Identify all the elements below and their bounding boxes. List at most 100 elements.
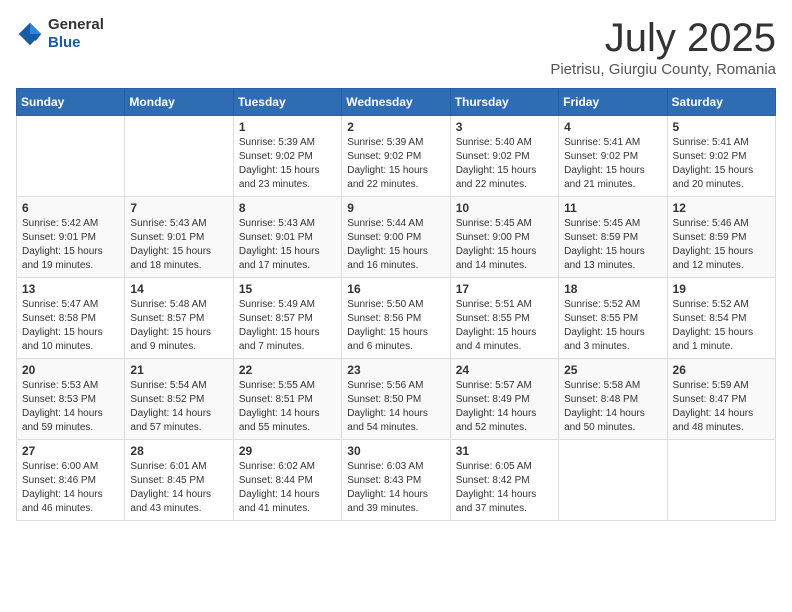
day-number: 18: [564, 282, 661, 296]
day-number: 12: [673, 201, 770, 215]
day-info: Sunrise: 5:41 AM Sunset: 9:02 PM Dayligh…: [564, 136, 661, 192]
calendar-day-cell: 4 Sunrise: 5:41 AM Sunset: 9:02 PM Daylig…: [559, 116, 667, 197]
calendar-day-cell: 21 Sunrise: 5:54 AM Sunset: 8:52 PM Dayli…: [125, 359, 233, 440]
day-number: 25: [564, 363, 661, 377]
logo-icon: [16, 20, 44, 48]
day-info: Sunrise: 5:49 AM Sunset: 8:57 PM Dayligh…: [239, 298, 336, 354]
day-number: 26: [673, 363, 770, 377]
day-number: 19: [673, 282, 770, 296]
day-info: Sunrise: 5:55 AM Sunset: 8:51 PM Dayligh…: [239, 379, 336, 435]
day-of-week-header: Monday: [125, 89, 233, 116]
calendar-day-cell: 22 Sunrise: 5:55 AM Sunset: 8:51 PM Dayli…: [233, 359, 341, 440]
day-number: 5: [673, 120, 770, 134]
calendar-day-cell: 19Sunrise: 5:52 AM Sunset: 8:54 PM Dayli…: [667, 278, 775, 359]
calendar-day-cell: 15 Sunrise: 5:49 AM Sunset: 8:57 PM Dayli…: [233, 278, 341, 359]
calendar-day-cell: 11 Sunrise: 5:45 AM Sunset: 8:59 PM Dayli…: [559, 197, 667, 278]
calendar-day-cell: 24 Sunrise: 5:57 AM Sunset: 8:49 PM Dayli…: [450, 359, 558, 440]
calendar-day-cell: 31 Sunrise: 6:05 AM Sunset: 8:42 PM Dayli…: [450, 440, 558, 521]
day-number: 15: [239, 282, 336, 296]
calendar-day-cell: 16 Sunrise: 5:50 AM Sunset: 8:56 PM Dayli…: [342, 278, 450, 359]
day-number: 6: [22, 201, 119, 215]
calendar-week-row: 1 Sunrise: 5:39 AM Sunset: 9:02 PM Daylig…: [17, 116, 776, 197]
calendar-day-cell: 13Sunrise: 5:47 AM Sunset: 8:58 PM Dayli…: [17, 278, 125, 359]
day-info: Sunrise: 5:59 AM Sunset: 8:47 PM Dayligh…: [673, 379, 770, 435]
day-number: 1: [239, 120, 336, 134]
calendar-day-cell: [17, 116, 125, 197]
calendar-day-cell: 6 Sunrise: 5:42 AM Sunset: 9:01 PM Daylig…: [17, 197, 125, 278]
calendar-table: SundayMondayTuesdayWednesdayThursdayFrid…: [16, 88, 776, 521]
calendar-day-cell: 26 Sunrise: 5:59 AM Sunset: 8:47 PM Dayli…: [667, 359, 775, 440]
day-info: Sunrise: 6:05 AM Sunset: 8:42 PM Dayligh…: [456, 460, 553, 516]
calendar-day-cell: [125, 116, 233, 197]
day-number: 2: [347, 120, 444, 134]
day-number: 10: [456, 201, 553, 215]
day-info: Sunrise: 5:47 AM Sunset: 8:58 PM Dayligh…: [22, 298, 119, 354]
day-info: Sunrise: 5:54 AM Sunset: 8:52 PM Dayligh…: [130, 379, 227, 435]
calendar-day-cell: 29Sunrise: 6:02 AM Sunset: 8:44 PM Dayli…: [233, 440, 341, 521]
day-info: Sunrise: 5:48 AM Sunset: 8:57 PM Dayligh…: [130, 298, 227, 354]
calendar-day-cell: 9 Sunrise: 5:44 AM Sunset: 9:00 PM Daylig…: [342, 197, 450, 278]
day-number: 30: [347, 444, 444, 458]
day-of-week-header: Friday: [559, 89, 667, 116]
day-number: 7: [130, 201, 227, 215]
day-number: 11: [564, 201, 661, 215]
calendar-day-cell: 28Sunrise: 6:01 AM Sunset: 8:45 PM Dayli…: [125, 440, 233, 521]
calendar-day-cell: 3Sunrise: 5:40 AM Sunset: 9:02 PM Daylig…: [450, 116, 558, 197]
day-info: Sunrise: 6:03 AM Sunset: 8:43 PM Dayligh…: [347, 460, 444, 516]
calendar-day-cell: 25 Sunrise: 5:58 AM Sunset: 8:48 PM Dayli…: [559, 359, 667, 440]
day-info: Sunrise: 5:43 AM Sunset: 9:01 PM Dayligh…: [239, 217, 336, 273]
day-number: 16: [347, 282, 444, 296]
day-info: Sunrise: 5:44 AM Sunset: 9:00 PM Dayligh…: [347, 217, 444, 273]
calendar-week-row: 27 Sunrise: 6:00 AM Sunset: 8:46 PM Dayli…: [17, 440, 776, 521]
calendar-day-cell: 30 Sunrise: 6:03 AM Sunset: 8:43 PM Dayli…: [342, 440, 450, 521]
day-number: 9: [347, 201, 444, 215]
calendar-day-cell: 17 Sunrise: 5:51 AM Sunset: 8:55 PM Dayli…: [450, 278, 558, 359]
location-title: Pietrisu, Giurgiu County, Romania: [550, 61, 776, 78]
day-info: Sunrise: 5:39 AM Sunset: 9:02 PM Dayligh…: [347, 136, 444, 192]
day-of-week-header: Tuesday: [233, 89, 341, 116]
calendar-day-cell: 7 Sunrise: 5:43 AM Sunset: 9:01 PM Daylig…: [125, 197, 233, 278]
day-info: Sunrise: 6:00 AM Sunset: 8:46 PM Dayligh…: [22, 460, 119, 516]
calendar-week-row: 20Sunrise: 5:53 AM Sunset: 8:53 PM Dayli…: [17, 359, 776, 440]
day-info: Sunrise: 5:43 AM Sunset: 9:01 PM Dayligh…: [130, 217, 227, 273]
calendar-day-cell: 5 Sunrise: 5:41 AM Sunset: 9:02 PM Daylig…: [667, 116, 775, 197]
page-header: General Blue July 2025 Pietrisu, Giurgiu…: [16, 16, 776, 78]
day-info: Sunrise: 5:56 AM Sunset: 8:50 PM Dayligh…: [347, 379, 444, 435]
day-number: 20: [22, 363, 119, 377]
calendar-header-row: SundayMondayTuesdayWednesdayThursdayFrid…: [17, 89, 776, 116]
day-info: Sunrise: 6:01 AM Sunset: 8:45 PM Dayligh…: [130, 460, 227, 516]
day-number: 14: [130, 282, 227, 296]
day-info: Sunrise: 5:45 AM Sunset: 8:59 PM Dayligh…: [564, 217, 661, 273]
calendar-day-cell: 23Sunrise: 5:56 AM Sunset: 8:50 PM Dayli…: [342, 359, 450, 440]
day-of-week-header: Thursday: [450, 89, 558, 116]
day-info: Sunrise: 5:58 AM Sunset: 8:48 PM Dayligh…: [564, 379, 661, 435]
day-number: 3: [456, 120, 553, 134]
logo-text: General Blue: [48, 16, 104, 52]
day-info: Sunrise: 5:57 AM Sunset: 8:49 PM Dayligh…: [456, 379, 553, 435]
day-number: 22: [239, 363, 336, 377]
day-of-week-header: Wednesday: [342, 89, 450, 116]
day-info: Sunrise: 5:45 AM Sunset: 9:00 PM Dayligh…: [456, 217, 553, 273]
day-number: 27: [22, 444, 119, 458]
day-number: 8: [239, 201, 336, 215]
day-number: 29: [239, 444, 336, 458]
title-block: July 2025 Pietrisu, Giurgiu County, Roma…: [550, 16, 776, 78]
day-number: 21: [130, 363, 227, 377]
calendar-week-row: 6 Sunrise: 5:42 AM Sunset: 9:01 PM Daylig…: [17, 197, 776, 278]
calendar-day-cell: 14 Sunrise: 5:48 AM Sunset: 8:57 PM Dayli…: [125, 278, 233, 359]
calendar-day-cell: 12 Sunrise: 5:46 AM Sunset: 8:59 PM Dayli…: [667, 197, 775, 278]
calendar-day-cell: 27 Sunrise: 6:00 AM Sunset: 8:46 PM Dayli…: [17, 440, 125, 521]
day-info: Sunrise: 5:51 AM Sunset: 8:55 PM Dayligh…: [456, 298, 553, 354]
calendar-day-cell: 18Sunrise: 5:52 AM Sunset: 8:55 PM Dayli…: [559, 278, 667, 359]
calendar-week-row: 13Sunrise: 5:47 AM Sunset: 8:58 PM Dayli…: [17, 278, 776, 359]
day-number: 4: [564, 120, 661, 134]
day-info: Sunrise: 5:50 AM Sunset: 8:56 PM Dayligh…: [347, 298, 444, 354]
day-number: 31: [456, 444, 553, 458]
calendar-day-cell: [559, 440, 667, 521]
day-info: Sunrise: 5:46 AM Sunset: 8:59 PM Dayligh…: [673, 217, 770, 273]
calendar-day-cell: 10 Sunrise: 5:45 AM Sunset: 9:00 PM Dayli…: [450, 197, 558, 278]
day-info: Sunrise: 5:41 AM Sunset: 9:02 PM Dayligh…: [673, 136, 770, 192]
day-number: 17: [456, 282, 553, 296]
day-number: 24: [456, 363, 553, 377]
day-info: Sunrise: 5:42 AM Sunset: 9:01 PM Dayligh…: [22, 217, 119, 273]
